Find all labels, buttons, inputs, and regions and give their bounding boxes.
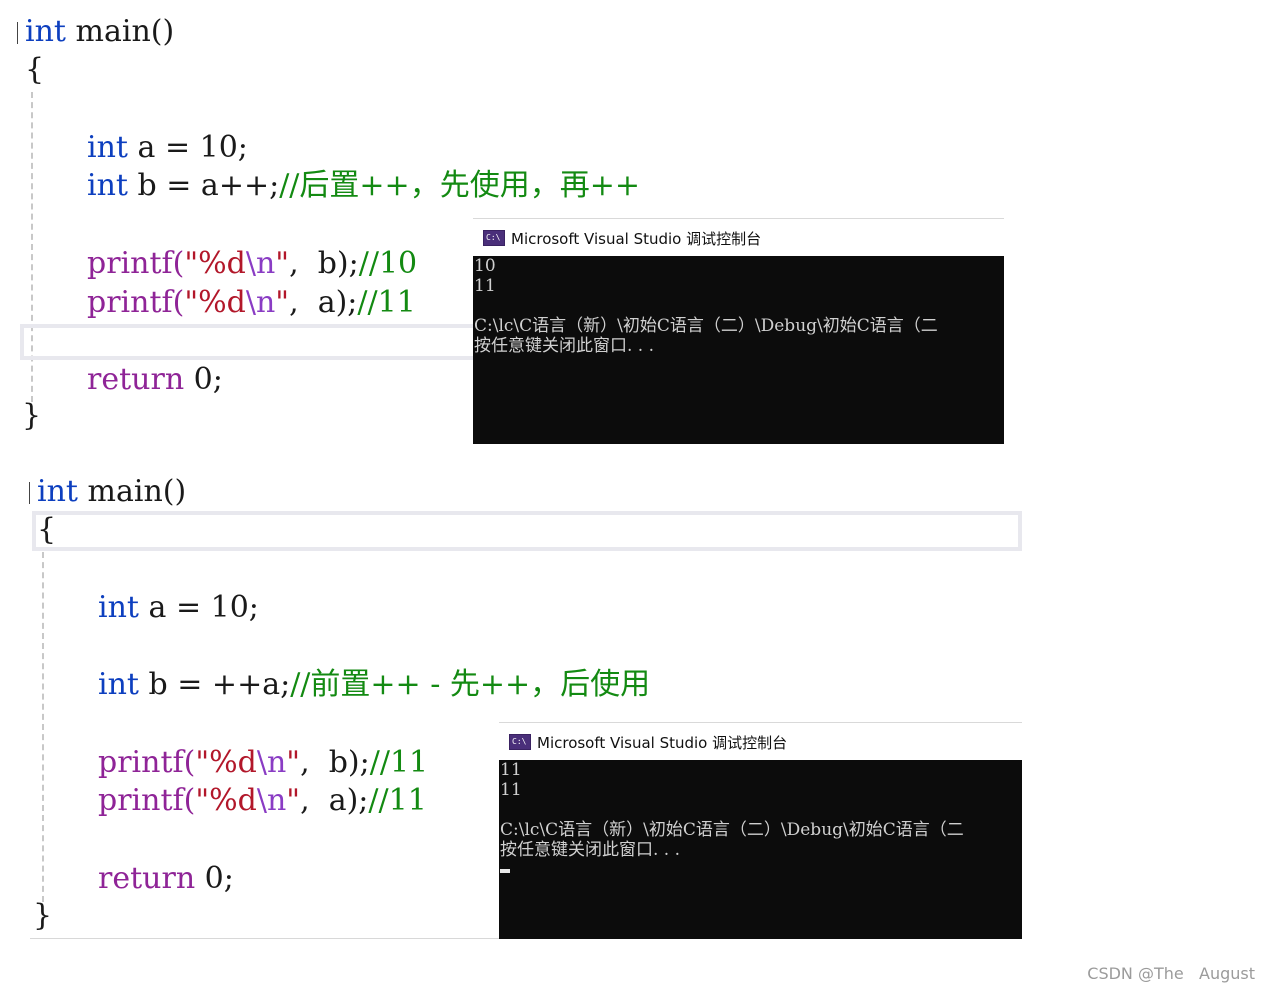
console-output: 11 11 C:\lc\C语言（新）\初始C语言（二）\Debug\初始C语言（二按… — [499, 760, 1022, 939]
console-titlebar[interactable]: Microsoft Visual Studio 调试控制台 — [499, 722, 1022, 761]
code-line-decl-b: int b = a++;//后置++，先使用，再++ — [87, 168, 640, 203]
code-line-close-brace: } — [33, 898, 53, 933]
code-line-printf-a: printf("%d\n", a);//11 — [98, 783, 427, 818]
console-output: 10 11 C:\lc\C语言（新）\初始C语言（二）\Debug\初始C语言（二按… — [473, 256, 1004, 444]
current-line-highlight — [20, 324, 480, 360]
debug-console-window[interactable]: Microsoft Visual Studio 调试控制台 1011 C:\lc\… — [473, 218, 1004, 444]
code-line-decl-b: int b = ++a;//前置++ - 先++，后使用 — [98, 667, 651, 702]
code-line-close-brace: } — [22, 398, 42, 433]
console-line: 11 — [500, 760, 522, 780]
text-caret — [17, 22, 18, 44]
indent-guide — [42, 552, 44, 902]
console-line: 按任意键关闭此窗口. . . — [500, 840, 681, 860]
code-snippet-postfix: int main() { int a = 10; int b = a++;//后… — [0, 0, 1271, 445]
console-line: C:\lc\C语言（新）\初始C语言（二）\Debug\初始C语言（二 — [474, 316, 938, 336]
console-titlebar[interactable]: Microsoft Visual Studio 调试控制台 — [473, 218, 1004, 257]
console-cursor — [500, 868, 510, 873]
code-line-decl-a: int a = 10; — [98, 590, 259, 625]
code-line-printf-b: printf("%d\n", b);//10 — [87, 246, 418, 281]
code-line-decl-a: int a = 10; — [87, 130, 248, 165]
current-line-highlight — [32, 511, 1022, 551]
divider — [30, 938, 500, 939]
code-line-printf-b: printf("%d\n", b);//11 — [98, 745, 429, 780]
code-line-printf-a: printf("%d\n", a);//11 — [87, 285, 416, 320]
debug-console-window[interactable]: Microsoft Visual Studio 调试控制台 1111 C:\lc\… — [499, 722, 1022, 939]
code-line-return: return 0; — [87, 362, 223, 397]
console-line: 按任意键关闭此窗口. . . — [474, 336, 655, 356]
console-line: 10 — [474, 256, 496, 276]
text-caret — [29, 482, 30, 504]
console-line: C:\lc\C语言（新）\初始C语言（二）\Debug\初始C语言（二 — [500, 820, 964, 840]
console-title: Microsoft Visual Studio 调试控制台 — [511, 229, 762, 248]
console-title: Microsoft Visual Studio 调试控制台 — [537, 733, 788, 752]
code-line-open-brace: { — [25, 52, 45, 87]
code-line-return: return 0; — [98, 861, 234, 896]
console-app-icon — [509, 734, 531, 750]
code-line-main: int main() — [25, 14, 175, 49]
console-line: 11 — [474, 276, 496, 296]
console-line: 11 — [500, 780, 522, 800]
code-line-open-brace: { — [37, 512, 57, 547]
code-line-main: int main() — [37, 474, 187, 509]
console-cursor-line — [500, 860, 1022, 880]
code-snippet-prefix: int main() { int a = 10; int b = ++a;//前… — [0, 460, 1271, 940]
watermark: CSDN @The August — [1087, 964, 1255, 983]
console-app-icon — [483, 230, 505, 246]
